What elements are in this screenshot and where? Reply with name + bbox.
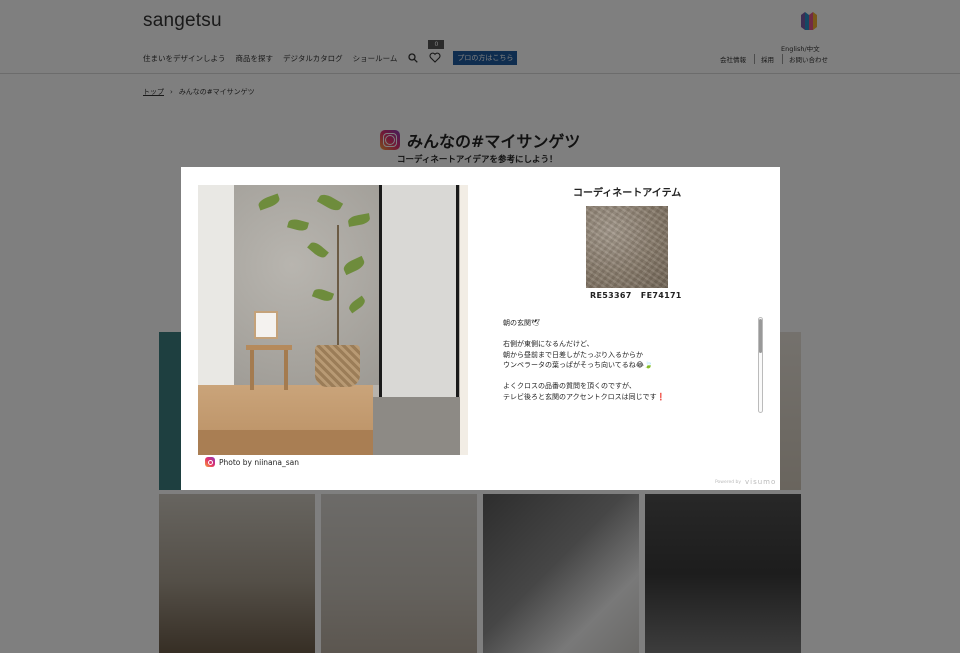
post-photo: [198, 185, 468, 455]
caption-line: よくクロスの品番の質問を頂くのですが、: [503, 382, 636, 390]
caption-line: 右側が東側になるんだけど、: [503, 340, 594, 348]
caption-line: 朝から昼前まで日差しがたっぷり入るからか: [503, 350, 643, 359]
coordinate-title: コーディネートアイテム: [573, 188, 682, 199]
caption-line: テレビ後ろと玄関のアクセントクロスは同じです❗️: [503, 392, 666, 401]
post-modal: Photo by niinana_san コーディネートアイテム RE53367…: [181, 167, 780, 490]
caption-line: [503, 371, 763, 382]
instagram-icon: [205, 457, 215, 467]
product-swatch[interactable]: [586, 206, 668, 288]
caption-line: [503, 329, 763, 340]
product-codes[interactable]: RE53367 FE74171: [590, 291, 682, 300]
photo-credit: Photo by niinana_san: [205, 457, 299, 467]
photo-credit-text[interactable]: Photo by niinana_san: [219, 458, 299, 467]
caption-scrollbar[interactable]: [758, 317, 763, 413]
caption-line: ウンベラータの葉っぱがそっち向いてるね😂🍃: [503, 361, 653, 369]
powered-by-label: Powered by: [715, 480, 742, 485]
caption-line: 朝の玄関🕊: [503, 319, 540, 327]
scrollbar-thumb[interactable]: [759, 319, 762, 353]
visumo-logo[interactable]: visumo: [745, 478, 776, 486]
post-caption: 朝の玄関🕊 右側が東側になるんだけど、 朝から昼前まで日差しがたっぷり入るからか…: [503, 318, 763, 413]
